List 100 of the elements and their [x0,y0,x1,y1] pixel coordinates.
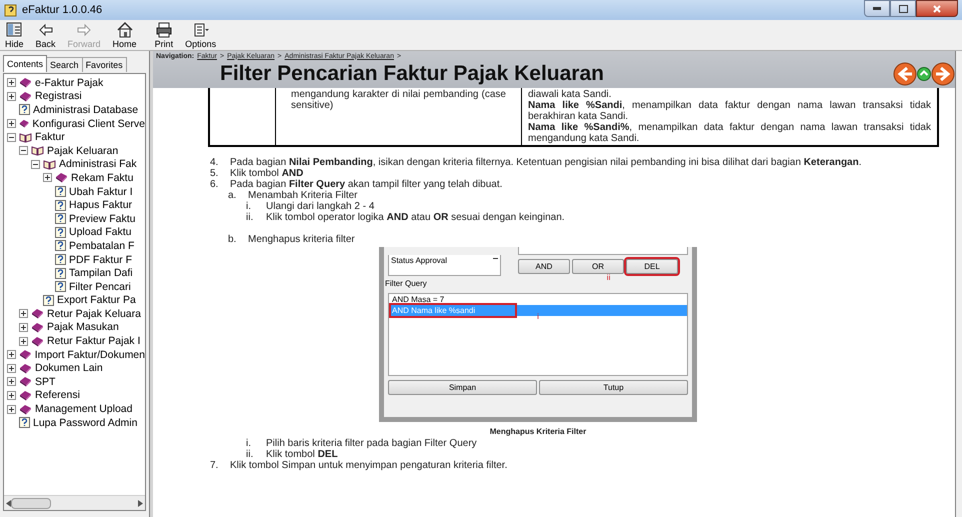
tree-item[interactable]: Rekam Faktu [71,172,134,184]
tree-item[interactable]: Management Upload [35,403,132,416]
scroll-right-icon [138,500,143,506]
dialog-button[interactable]: Simpan [388,380,537,395]
expand-toggle-icon[interactable] [19,336,28,346]
collapse-toggle-icon[interactable] [7,132,16,142]
step-text: Menghapus kriteria filter [248,234,355,245]
toolbar-button[interactable]: Print [152,21,176,49]
help-page-icon [43,294,54,306]
forward-arrow-icon [75,21,94,39]
expand-toggle-icon[interactable] [19,309,28,318]
tab[interactable]: Search [47,57,83,72]
help-page-icon [19,104,30,116]
tree-item[interactable]: Konfigurasi Client Serve [32,118,145,130]
field-label: Filter Query [385,278,427,290]
scrollbar-thumb[interactable] [11,498,51,508]
help-page-icon [55,200,66,211]
tree-item[interactable]: Tampilan Dafi [69,267,133,280]
maximize-button[interactable] [890,0,916,17]
step-text: Klik tombol DEL [266,449,338,460]
tree-item[interactable]: Import Faktur/Dokumen [34,348,145,361]
toolbar-button[interactable]: Home [110,21,140,49]
list-item: Status Approval [391,255,448,267]
list-marker: 5. [210,168,220,179]
horizontal-scrollbar[interactable] [4,495,145,510]
tree-item[interactable]: SPT [35,376,56,388]
window-title: eFaktur 1.0.0.46 [22,2,102,18]
tree-item[interactable]: Pajak Keluaran [47,144,118,157]
tree-item[interactable]: PDF Faktur F [69,254,132,266]
back-arrow-icon [36,21,55,39]
book-icon [55,172,68,184]
tree-item[interactable]: Faktur [35,131,65,144]
tree-item[interactable]: Export Faktur Pa [57,294,136,306]
cell-text: diawali kata Sandi. [528,89,612,100]
help-page-icon [55,213,66,224]
list-marker: b. [228,234,238,245]
printer-icon [154,21,173,39]
hide-pane-icon [5,21,24,39]
expand-toggle-icon[interactable] [7,119,16,128]
help-page-icon [55,254,66,266]
help-page-icon [55,240,66,252]
list-marker: 4. [210,157,220,168]
tab[interactable]: Favorites [82,57,127,72]
tree-item[interactable]: Referensi [35,389,80,402]
tree-item[interactable]: Administrasi Fak [59,158,137,170]
tree-item[interactable]: Pajak Masukan [47,321,119,334]
expand-toggle-icon[interactable] [7,377,16,386]
previous-topic-icon[interactable] [893,62,917,86]
expand-toggle-icon[interactable] [7,390,16,400]
tree-item[interactable]: e-Faktur Pajak [35,76,104,89]
toolbar-button[interactable]: Options [182,21,220,49]
expand-toggle-icon[interactable] [43,173,52,182]
expand-toggle-icon[interactable] [19,322,28,332]
dialog-button[interactable]: AND [518,259,570,274]
tree-item[interactable]: Hapus Faktur [69,199,132,212]
dialog-button[interactable]: OR [572,259,624,274]
list-marker: ii. [246,212,254,223]
value-field[interactable] [518,247,688,255]
tree-item[interactable]: Retur Faktur Pajak I [47,335,140,348]
tree-item[interactable]: Upload Faktu [69,226,132,238]
tree-item[interactable]: Dokumen Lain [35,362,103,374]
tree-item[interactable]: Filter Pencari [69,280,131,293]
expand-toggle-icon[interactable] [7,364,16,373]
minimize-button[interactable] [864,0,890,17]
toolbar-button[interactable]: Back [32,21,59,49]
expand-toggle-icon[interactable] [7,92,16,101]
expand-toggle-icon[interactable] [7,404,16,414]
list-marker: ii. [246,449,254,460]
next-topic-icon[interactable] [931,62,955,86]
step-text: Pada bagian Nilai Pembanding, isikan dengan kriteria filternya. Ketentuan pengisian nilai pembanding ini bisa dilihat dari bagian Keterangan. [230,157,862,168]
step-text: Pada bagian Filter Query akan tampil filter yang telah dibuat. [230,179,502,190]
collapse-toggle-icon[interactable] [31,160,40,169]
help-page-icon [55,281,66,292]
tree-item[interactable]: Retur Pajak Keluara [47,308,141,320]
tab[interactable]: Contents [3,55,48,72]
step-text: Pilih baris kriteria filter pada bagian Filter Query [266,438,477,449]
toolbar-button[interactable]: Hide [2,21,27,49]
tree-item[interactable]: Ubah Faktur I [69,186,133,198]
tree-item[interactable]: Administrasi Database [33,104,138,116]
dialog-button[interactable]: DEL [626,259,678,274]
tree-item[interactable]: Registrasi [35,90,82,102]
help-page-icon [55,226,66,238]
query-list[interactable]: AND Masa = 7 AND Nama like %sandi i [388,293,688,376]
cell-text: Nama like %Sandi, menampilkan data faktur dengan nama lawan transaksi tidak berakhiran kata Sandi. [528,100,931,122]
close-button[interactable] [916,0,958,17]
field-list[interactable]: Status Approval [388,255,501,276]
collapse-toggle-icon[interactable] [19,146,28,156]
restore-icon [898,4,908,12]
query-row[interactable]: AND Masa = 7 [389,294,687,305]
tree-item[interactable]: Preview Faktu [69,212,136,225]
tree-item[interactable]: Lupa Password Admin [33,416,138,429]
help-page-icon [19,417,30,428]
book-icon [19,349,32,360]
book-icon [19,390,32,401]
up-topic-icon[interactable] [917,67,931,81]
expand-toggle-icon[interactable] [7,350,16,360]
dialog-button[interactable]: Tutup [539,380,688,395]
tree-item[interactable]: Pembatalan F [69,240,134,252]
expand-toggle-icon[interactable] [7,78,16,88]
close-icon [933,4,941,12]
